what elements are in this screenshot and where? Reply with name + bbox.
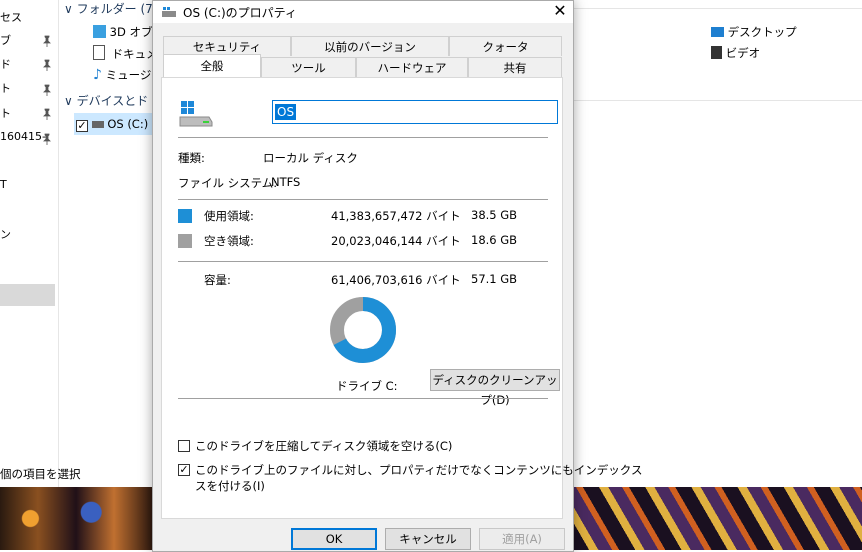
used-space-label: 使用領域: — [204, 209, 254, 223]
capacity-bytes: 61,406,703,616 バイト — [331, 273, 461, 287]
drive-name-input[interactable]: OS — [272, 100, 558, 124]
pin-icon — [43, 84, 51, 96]
index-checkbox[interactable]: ✓ — [178, 464, 190, 476]
nav-item[interactable]: ド — [0, 56, 11, 72]
item-desktop[interactable]: デスクトップ — [711, 24, 797, 40]
dialog-title: OS (C:)のプロパティ — [183, 6, 297, 20]
compress-label[interactable]: このドライブを圧縮してディスク領域を空ける(C) — [195, 438, 452, 454]
title-bar[interactable]: OS (C:)のプロパティ ✕ — [153, 1, 573, 23]
drive-icon — [162, 7, 176, 17]
tab-tools[interactable]: ツール — [261, 57, 356, 77]
tab-general[interactable]: 全般 — [163, 54, 261, 77]
used-space-bytes: 41,383,657,472 バイト — [331, 209, 461, 223]
drive-name-value: OS — [275, 104, 297, 120]
tab-hardware[interactable]: ハードウェア — [356, 57, 468, 77]
used-space-size: 38.5 GB — [471, 208, 518, 222]
nav-item[interactable]: セス — [0, 9, 22, 25]
type-label: 種類: — [178, 151, 205, 165]
used-space-swatch — [178, 209, 192, 223]
usage-donut-chart — [330, 297, 396, 363]
tab-sharing[interactable]: 共有 — [468, 57, 562, 77]
tab-previous-versions[interactable]: 以前のバージョン — [291, 36, 449, 56]
film-icon — [711, 46, 722, 59]
pin-icon — [43, 59, 51, 71]
apply-button[interactable]: 適用(A) — [479, 528, 565, 550]
tree-item-os-drive[interactable]: ✓ OS (C:) — [74, 113, 154, 135]
index-label-continued[interactable]: スを付ける(I) — [195, 478, 265, 494]
divider — [178, 398, 548, 399]
capacity-size: 57.1 GB — [471, 272, 518, 286]
free-space-size: 18.6 GB — [471, 233, 518, 247]
compress-checkbox[interactable] — [178, 440, 190, 452]
free-space-swatch — [178, 234, 192, 248]
chevron-down-icon: ∨ — [64, 94, 73, 108]
nav-item[interactable]: ト — [0, 80, 11, 96]
chevron-down-icon: ∨ — [64, 2, 73, 16]
free-space-label: 空き領域: — [204, 234, 254, 248]
properties-dialog: OS (C:)のプロパティ ✕ セキュリティ 以前のバージョン クォータ 全般 … — [152, 0, 642, 552]
drive-icon — [179, 101, 213, 127]
divider — [178, 199, 548, 200]
folders-group[interactable]: ∨ フォルダー (7 — [64, 0, 153, 17]
index-label[interactable]: このドライブ上のファイルに対し、プロパティだけでなくコンテンツにもインデックス — [195, 462, 642, 478]
navigation-pane: セス ブ ド ト ト 160415- T ン — [0, 0, 59, 487]
cancel-button[interactable]: キャンセル — [385, 528, 471, 550]
divider — [178, 261, 548, 262]
document-icon — [93, 45, 105, 60]
devices-group[interactable]: ∨ デバイスとド — [64, 92, 148, 109]
item-videos[interactable]: ビデオ — [711, 45, 760, 61]
nav-item[interactable]: ブ — [0, 32, 11, 48]
general-tab-panel: OS 種類: ローカル ディスク ファイル システム: NTFS 使用領域: 4… — [161, 77, 642, 519]
music-note-icon: ♪ — [93, 67, 102, 83]
nav-item[interactable]: 160415- — [0, 130, 46, 143]
checkbox-icon: ✓ — [76, 119, 88, 132]
tab-security[interactable]: セキュリティ — [163, 36, 291, 56]
pin-icon — [43, 108, 51, 120]
content-divider — [572, 100, 862, 101]
ok-button[interactable]: OK — [291, 528, 377, 550]
pin-icon — [43, 133, 51, 145]
free-space-bytes: 20,023,046,144 バイト — [331, 234, 461, 248]
tab-quota[interactable]: クォータ — [449, 36, 562, 56]
capacity-label: 容量: — [204, 273, 231, 287]
pin-icon — [43, 35, 51, 47]
wallpaper-image — [573, 487, 862, 550]
filesystem-value: NTFS — [271, 175, 301, 189]
nav-item[interactable]: T — [0, 178, 7, 191]
desktop-icon — [711, 27, 724, 37]
disk-cleanup-button[interactable]: ディスクのクリーンアップ(D) — [430, 369, 560, 407]
type-value: ローカル ディスク — [263, 151, 358, 165]
drive-label: ドライブ C: — [336, 379, 398, 393]
nav-selected-item[interactable] — [0, 284, 55, 306]
nav-item[interactable]: ン — [0, 226, 11, 242]
nav-item[interactable]: ト — [0, 105, 11, 121]
status-text: 個の項目を選択 — [0, 467, 81, 481]
filesystem-label: ファイル システム: — [178, 176, 278, 190]
cube-icon — [93, 25, 106, 38]
header-divider — [572, 8, 862, 9]
status-bar: 個の項目を選択 — [0, 462, 150, 484]
close-icon[interactable]: ✕ — [551, 2, 569, 20]
drive-icon — [91, 121, 104, 128]
divider — [178, 137, 548, 138]
wallpaper-image — [0, 487, 152, 550]
